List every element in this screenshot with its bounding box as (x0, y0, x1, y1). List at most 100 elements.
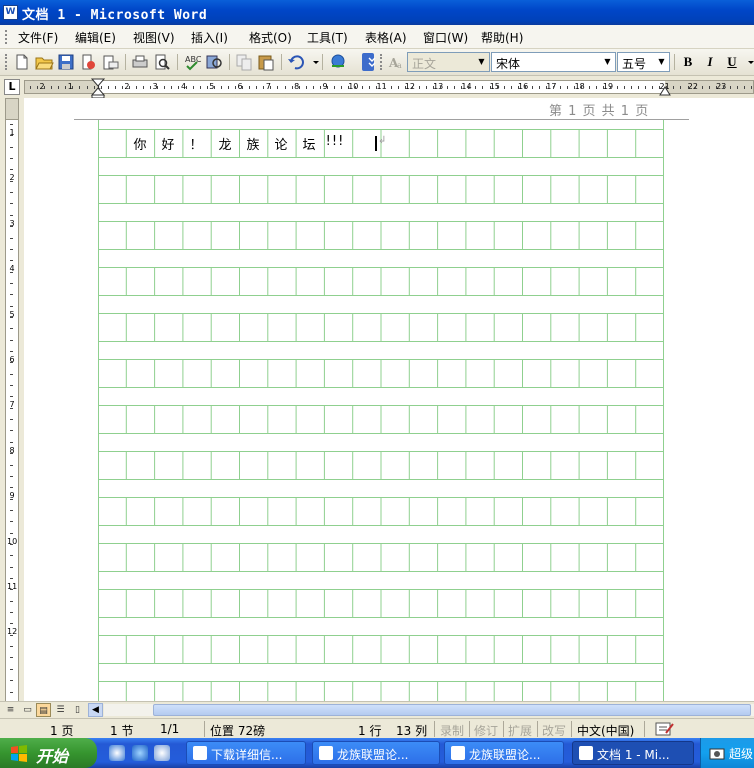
web-layout-view-icon[interactable]: ▭ (20, 703, 35, 717)
menu-help[interactable]: 帮助(H) (481, 29, 523, 46)
show-desktop-icon[interactable] (154, 745, 170, 761)
vertical-ruler[interactable]: 1 2 3 4 5 6 7 8 9 10 11 12 (0, 98, 24, 701)
title-bar[interactable]: W 文档 1 - Microsoft Word (0, 0, 754, 25)
toolbar: ABC Aa 正文 ▼ 宋体 ▼ 五号 ▼ B I U (0, 49, 754, 76)
media-player-icon[interactable] (109, 745, 125, 761)
vertical-ruler-tick (10, 589, 13, 591)
menu-edit[interactable]: 编辑(E) (75, 29, 116, 46)
italic-button[interactable]: I (701, 54, 719, 71)
undo-icon[interactable] (286, 53, 306, 71)
start-label: 开始 (36, 749, 69, 766)
vertical-ruler-tick (10, 680, 13, 682)
ruler-tick (284, 86, 286, 89)
start-button[interactable]: 开始 (0, 738, 97, 768)
print-preview-icon[interactable] (152, 53, 172, 71)
ruler-tick (30, 86, 31, 89)
ie-window-icon (451, 746, 465, 760)
chevron-down-icon[interactable]: ▼ (474, 53, 489, 71)
toolbar-grip-handle[interactable] (5, 54, 8, 70)
underline-button[interactable]: U (723, 54, 741, 71)
styles-pane-icon[interactable]: Aa (386, 53, 406, 71)
indent-marker-icon[interactable] (91, 78, 105, 98)
task-download-details[interactable]: 下载详细信... (186, 741, 306, 765)
toolbar-separator (281, 54, 282, 70)
menu-grip-handle[interactable] (5, 30, 8, 44)
menu-table[interactable]: 表格(A) (365, 29, 407, 46)
new-document-icon[interactable] (12, 53, 32, 71)
spelling-status-icon[interactable] (655, 722, 675, 736)
bold-button[interactable]: B (679, 54, 697, 71)
menu-tools[interactable]: 工具(T) (307, 29, 348, 46)
status-extend[interactable]: 扩展 (508, 722, 532, 739)
scroll-left-arrow-icon[interactable]: ◀ (88, 703, 103, 717)
ruler-tick (326, 86, 328, 89)
document-canvas[interactable]: 第 1 页 共 1 页 你 好 ！ 龙 族 论 坛 !!! ↲ (24, 98, 754, 701)
underline-dropdown-icon[interactable] (742, 53, 754, 71)
camera-icon[interactable] (709, 746, 725, 760)
font-value: 宋体 (496, 57, 521, 71)
status-column: 13 列 (396, 724, 428, 738)
status-page-of: 1/1 (160, 722, 180, 736)
spelling-icon[interactable]: ABC (182, 53, 202, 71)
status-revise[interactable]: 修订 (474, 722, 498, 739)
open-folder-icon[interactable] (34, 53, 54, 71)
task-forum-1[interactable]: 龙族联盟论... (312, 741, 440, 765)
menu-insert[interactable]: 插入(I) (191, 29, 228, 46)
ruler-tick (256, 86, 258, 89)
outline-view-icon[interactable]: ☰ (53, 703, 68, 717)
vertical-ruler-margin-area (5, 98, 19, 120)
permission-icon[interactable] (78, 53, 98, 71)
ruler-tick (143, 86, 145, 89)
right-indent-marker-icon[interactable] (659, 84, 671, 96)
ruler-tick (235, 86, 237, 89)
system-tray[interactable]: 超级 (700, 738, 754, 768)
toolbar-options-chevron-icon[interactable] (362, 53, 376, 71)
style-dropdown[interactable]: 正文 ▼ (407, 52, 490, 72)
menu-window[interactable]: 窗口(W) (423, 29, 468, 46)
status-overwrite[interactable]: 改写 (542, 722, 566, 739)
internet-explorer-icon[interactable] (132, 745, 148, 761)
page-header[interactable]: 第 1 页 共 1 页 (549, 100, 649, 119)
ruler-tick (369, 86, 371, 89)
copy-icon[interactable] (234, 53, 254, 71)
ruler-tick (341, 86, 343, 89)
vertical-ruler-tick (10, 305, 13, 307)
task-word-document[interactable]: 文档 1 - Mi... (572, 741, 694, 765)
paste-icon[interactable] (256, 53, 276, 71)
reading-layout-view-icon[interactable]: ▯ (70, 703, 85, 717)
ruler-tick (602, 86, 604, 89)
ruler-tick (199, 86, 201, 89)
menu-view[interactable]: 视图(V) (133, 29, 175, 46)
menu-file[interactable]: 文件(F) (18, 29, 58, 46)
save-icon[interactable] (56, 53, 76, 71)
menu-format[interactable]: 格式(O) (249, 29, 292, 46)
chevron-down-icon[interactable]: ▼ (600, 53, 615, 71)
grid-character: !!! (325, 134, 345, 149)
status-separator (571, 721, 572, 737)
ruler-number: 15 (489, 82, 500, 91)
horizontal-scroll-thumb[interactable] (153, 704, 751, 716)
grid-character: ！ (189, 138, 203, 153)
vertical-ruler-tick (10, 237, 13, 239)
word-app-icon[interactable]: W (3, 5, 18, 20)
ruler-tick (701, 86, 703, 89)
normal-view-icon[interactable]: ≡ (3, 703, 18, 717)
task-forum-2[interactable]: 龙族联盟论... (444, 741, 564, 765)
tab-selector[interactable]: L (4, 79, 20, 95)
font-size-dropdown[interactable]: 五号 ▼ (617, 52, 670, 72)
chevron-down-icon[interactable]: ▼ (654, 53, 669, 71)
grid-character: 龙 (218, 138, 232, 153)
vertical-ruler-tick (10, 339, 13, 341)
print-icon[interactable] (130, 53, 150, 71)
status-record[interactable]: 录制 (440, 722, 464, 739)
horizontal-ruler[interactable]: L 2 1 1 2 3 4 5 6 7 8 9 10 11 12 13 14 15 16 17 18 19 21 22 23 (0, 76, 754, 98)
email-icon[interactable] (100, 53, 120, 71)
print-layout-view-icon[interactable]: ▤ (36, 703, 51, 717)
research-icon[interactable] (204, 53, 224, 71)
vertical-ruler-tick (10, 430, 13, 432)
format-toolbar-grip-handle[interactable] (380, 54, 383, 70)
undo-dropdown-icon[interactable] (306, 53, 319, 71)
hyperlink-icon[interactable] (328, 53, 348, 71)
font-dropdown[interactable]: 宋体 ▼ (491, 52, 616, 72)
ruler-tick (432, 86, 434, 89)
